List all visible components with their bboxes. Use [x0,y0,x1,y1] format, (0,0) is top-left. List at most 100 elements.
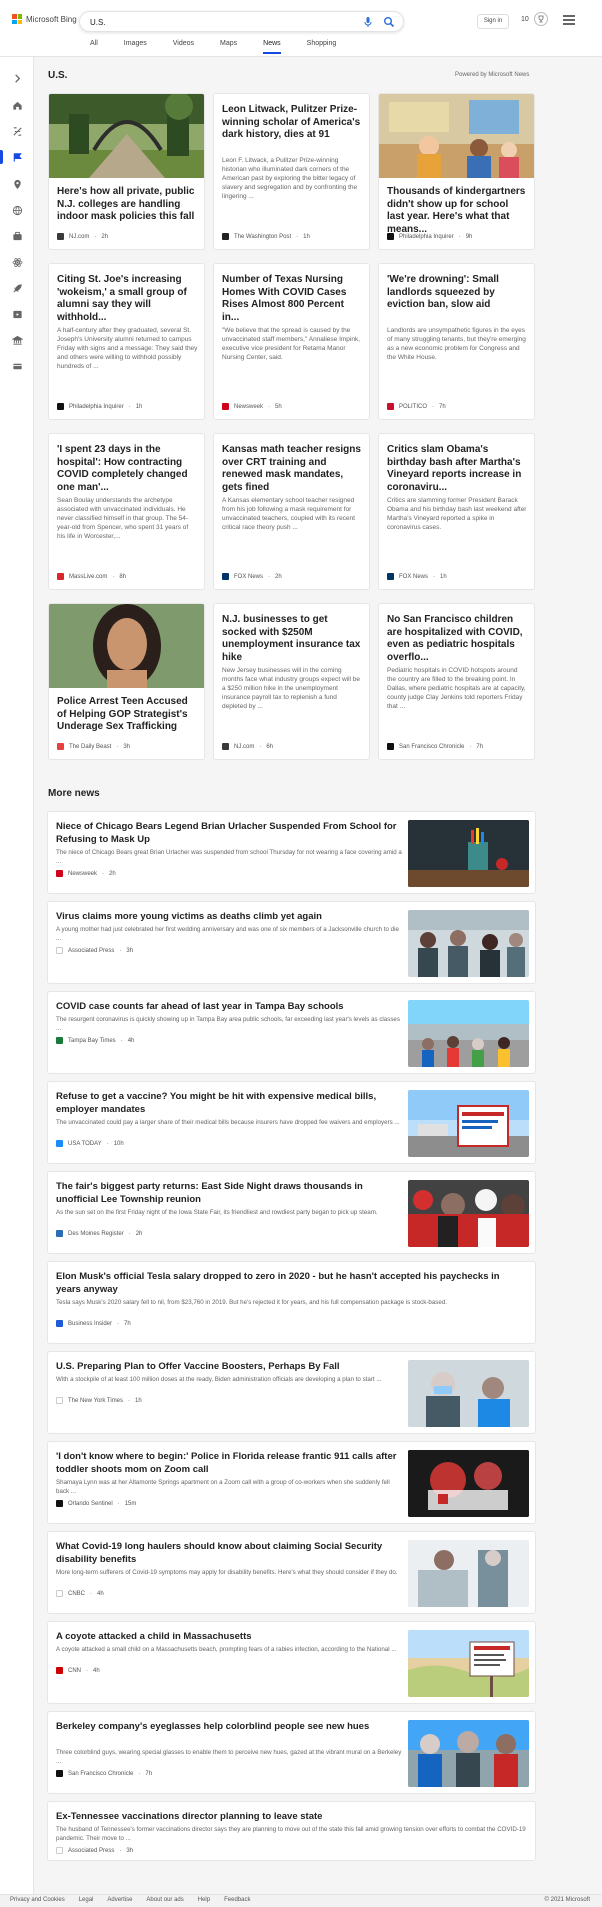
news-item-image[interactable] [408,1630,529,1697]
source-name[interactable]: The Washington Post [234,234,291,240]
expand-icon[interactable] [10,71,24,85]
science-icon[interactable] [10,255,24,269]
news-list-item[interactable]: What Covid-19 long haulers should know a… [47,1531,536,1614]
news-list-item[interactable]: U.S. Preparing Plan to Offer Vaccine Boo… [47,1351,536,1434]
source-name[interactable]: Philadelphia Inquirer [69,404,124,410]
source-name[interactable]: POLITICO [399,404,427,410]
source-name[interactable]: The New York Times [68,1398,123,1404]
source-name[interactable]: Associated Press [68,1848,114,1854]
news-card[interactable]: Critics slam Obama's birthday bash after… [378,433,535,590]
bing-logo[interactable]: Microsoft Bing [12,14,77,24]
news-list-item[interactable]: Virus claims more young victims as death… [47,901,536,984]
news-item-title[interactable]: Ex-Tennessee vaccinations director plann… [56,1811,526,1824]
source-name[interactable]: USA TODAY [68,1141,102,1147]
flag-icon[interactable] [0,150,24,164]
news-card-image[interactable] [49,604,204,688]
business-icon[interactable] [10,229,24,243]
news-card[interactable]: Here's how all private, public N.J. coll… [48,93,205,250]
news-card-title[interactable]: Kansas math teacher resigns over CRT tra… [222,444,363,494]
news-list-item[interactable]: A coyote attacked a child in Massachuset… [47,1621,536,1704]
news-card-title[interactable]: Here's how all private, public N.J. coll… [57,186,198,224]
news-item-title[interactable]: What Covid-19 long haulers should know a… [56,1541,404,1566]
source-name[interactable]: CNN [68,1668,81,1674]
footer-link-advertise[interactable]: Advertise [107,1897,132,1903]
source-name[interactable]: Des Moines Register [68,1231,124,1237]
news-list-item[interactable]: The fair's biggest party returns: East S… [47,1171,536,1254]
source-name[interactable]: Orlando Sentinel [68,1501,113,1507]
globe-icon[interactable] [10,203,24,217]
footer-link-about-our-ads[interactable]: About our ads [146,1897,183,1903]
source-name[interactable]: Tampa Bay Times [68,1038,116,1044]
news-card-title[interactable]: No San Francisco children are hospitaliz… [387,614,528,664]
discover-icon[interactable] [10,124,24,138]
news-list-item[interactable]: Elon Musk's official Tesla salary droppe… [47,1261,536,1344]
source-name[interactable]: MassLive.com [69,574,107,580]
tab-maps[interactable]: Maps [220,39,237,54]
news-card[interactable]: N.J. businesses to get socked with $250M… [213,603,370,760]
source-name[interactable]: NJ.com [69,234,89,240]
tab-shopping[interactable]: Shopping [307,39,337,54]
news-item-image[interactable] [408,820,529,887]
entertainment-icon[interactable] [10,307,24,321]
bank-icon[interactable] [10,333,24,347]
news-item-image[interactable] [408,1180,529,1247]
news-card[interactable]: 'We're drowning': Small landlords squeez… [378,263,535,420]
tab-videos[interactable]: Videos [173,39,194,54]
source-name[interactable]: CNBC [68,1591,85,1597]
source-name[interactable]: Newsweek [68,871,97,877]
news-list-item[interactable]: Ex-Tennessee vaccinations director plann… [47,1801,536,1861]
footer-link-help[interactable]: Help [198,1897,210,1903]
source-name[interactable]: Associated Press [68,948,114,954]
home-icon[interactable] [10,98,24,112]
microphone-icon[interactable] [362,16,374,28]
news-list-item[interactable]: 'I don't know where to begin:' Police in… [47,1441,536,1524]
news-item-image[interactable] [408,1090,529,1157]
news-item-image[interactable] [408,1540,529,1607]
source-name[interactable]: FOX News [399,574,428,580]
tab-all[interactable]: All [90,39,98,54]
news-card[interactable]: Leon Litwack, Pulitzer Prize-winning sch… [213,93,370,250]
news-item-title[interactable]: U.S. Preparing Plan to Offer Vaccine Boo… [56,1361,404,1374]
news-item-title[interactable]: A coyote attacked a child in Massachuset… [56,1631,404,1644]
source-name[interactable]: San Francisco Chronicle [399,744,464,750]
news-item-title[interactable]: Niece of Chicago Bears Legend Brian Urla… [56,821,404,846]
news-item-image[interactable] [408,1360,529,1427]
news-card[interactable]: 'I spent 23 days in the hospital': How c… [48,433,205,590]
news-card-title[interactable]: Police Arrest Teen Accused of Helping GO… [57,696,198,734]
news-item-image[interactable] [408,1000,529,1067]
source-name[interactable]: Newsweek [234,404,263,410]
search-box[interactable] [79,11,404,32]
news-item-image[interactable] [408,1450,529,1517]
news-card[interactable]: Citing St. Joe's increasing 'wokeism,' a… [48,263,205,420]
news-item-title[interactable]: 'I don't know where to begin:' Police in… [56,1451,404,1476]
news-item-title[interactable]: The fair's biggest party returns: East S… [56,1181,404,1206]
footer-link-legal[interactable]: Legal [79,1897,94,1903]
news-card-title[interactable]: Leon Litwack, Pulitzer Prize-winning sch… [222,104,363,142]
news-item-image[interactable] [408,910,529,977]
news-list-item[interactable]: Berkeley company's eyeglasses help color… [47,1711,536,1794]
news-list-item[interactable]: Niece of Chicago Bears Legend Brian Urla… [47,811,536,894]
hamburger-menu-icon[interactable] [563,15,575,25]
news-card[interactable]: No San Francisco children are hospitaliz… [378,603,535,760]
source-name[interactable]: Business Insider [68,1321,112,1327]
source-name[interactable]: The Daily Beast [69,744,111,750]
news-card[interactable]: Kansas math teacher resigns over CRT tra… [213,433,370,590]
news-list-item[interactable]: COVID case counts far ahead of last year… [47,991,536,1074]
news-card-title[interactable]: Number of Texas Nursing Homes With COVID… [222,274,363,324]
search-input[interactable] [90,16,340,28]
news-card-title[interactable]: 'We're drowning': Small landlords squeez… [387,274,528,312]
search-icon[interactable] [383,16,395,28]
news-card[interactable]: Police Arrest Teen Accused of Helping GO… [48,603,205,760]
sign-in-button[interactable]: Sign in [477,14,509,29]
tab-news[interactable]: News [263,39,281,54]
news-card-title[interactable]: Thousands of kindergartners didn't show … [387,186,528,236]
news-card-image[interactable] [379,94,534,178]
news-item-title[interactable]: Refuse to get a vaccine? You might be hi… [56,1091,404,1116]
news-item-image[interactable] [408,1720,529,1787]
news-item-title[interactable]: COVID case counts far ahead of last year… [56,1001,404,1014]
news-card[interactable]: Thousands of kindergartners didn't show … [378,93,535,250]
location-icon[interactable] [10,177,24,191]
news-card-image[interactable] [49,94,204,178]
rocket-icon[interactable] [10,281,24,295]
finance-icon[interactable] [10,359,24,373]
